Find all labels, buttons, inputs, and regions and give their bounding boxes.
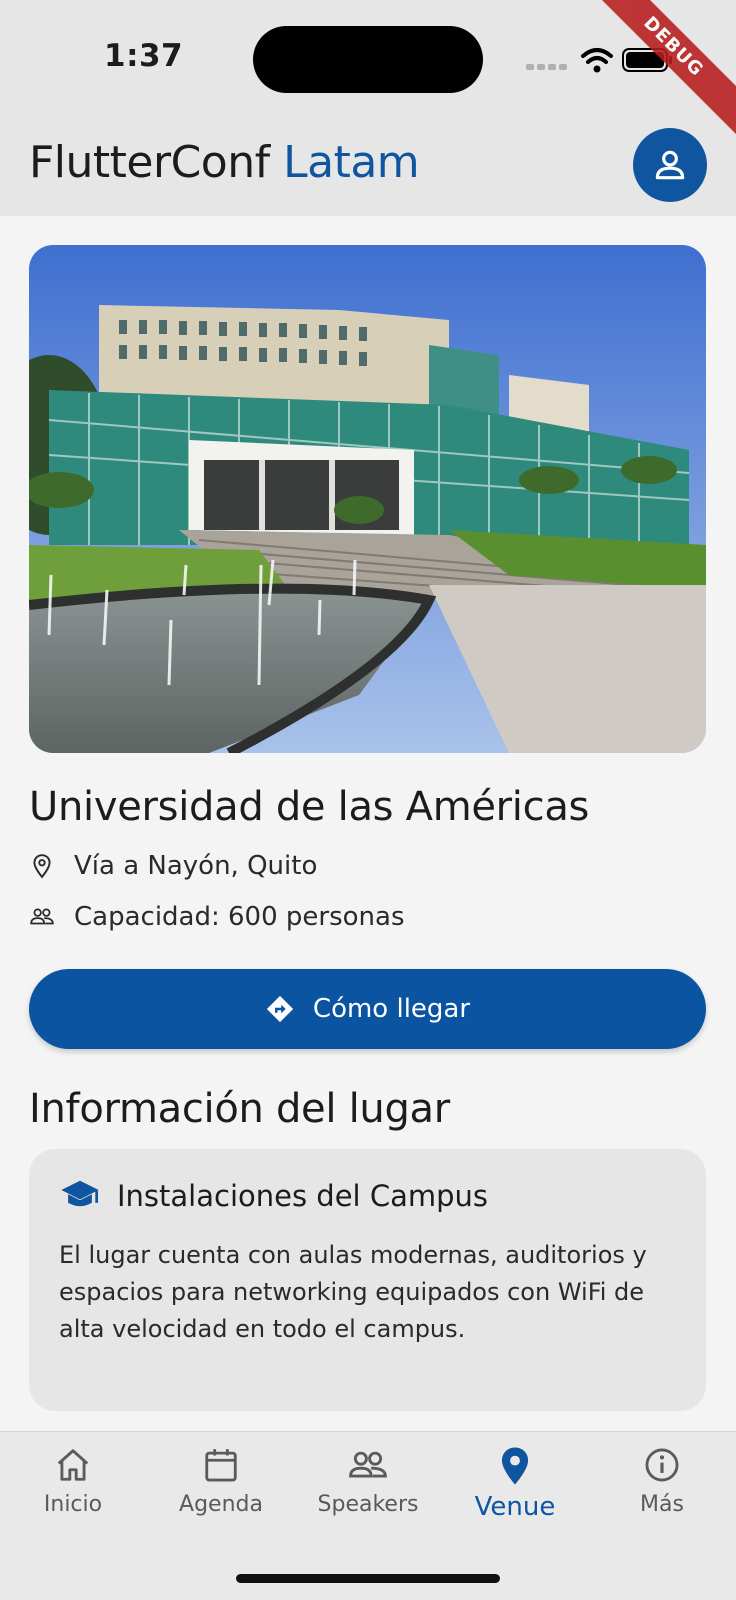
people-icon xyxy=(349,1451,387,1478)
directions-button[interactable]: Cómo llegar xyxy=(29,969,706,1049)
home-indicator xyxy=(236,1574,500,1583)
nav-item-speakers[interactable]: Speakers xyxy=(303,1446,433,1546)
nav-item-agenda[interactable]: Agenda xyxy=(156,1446,286,1546)
wifi-icon xyxy=(581,48,613,73)
nav-item-venue[interactable]: Venue xyxy=(450,1446,580,1546)
venue-address: Vía a Nayón, Quito xyxy=(74,851,318,881)
section-title: Información del lugar xyxy=(29,1086,450,1132)
profile-button[interactable] xyxy=(633,128,707,202)
nav-label: Más xyxy=(640,1492,684,1517)
capacity-row: Capacidad: 600 personas xyxy=(29,897,405,937)
nav-item-inicio[interactable]: Inicio xyxy=(8,1446,138,1546)
app-title-accent: Latam xyxy=(283,137,420,188)
nav-label: Speakers xyxy=(317,1492,419,1517)
app-bar: 1:37 DEBUG FlutterConf Latam xyxy=(0,0,736,216)
card-header: Instalaciones del Campus xyxy=(59,1179,488,1213)
address-row: Vía a Nayón, Quito xyxy=(29,846,317,886)
home-icon xyxy=(57,1449,89,1481)
info-icon xyxy=(645,1448,679,1482)
nav-label: Inicio xyxy=(43,1492,103,1517)
calendar-icon xyxy=(205,1449,237,1482)
location-pin-icon xyxy=(501,1447,529,1485)
card-title: Instalaciones del Campus xyxy=(117,1179,488,1213)
cellular-signal-icon xyxy=(526,64,567,70)
directions-icon xyxy=(266,995,294,1023)
nav-label: Venue xyxy=(474,1492,556,1522)
location-pin-outline-icon xyxy=(33,854,51,879)
person-icon xyxy=(655,150,685,180)
app-title-main: FlutterConf xyxy=(29,137,270,188)
campus-info-card: Instalaciones del Campus El lugar cuenta… xyxy=(29,1149,706,1411)
venue-name: Universidad de las Américas xyxy=(29,784,590,830)
status-time: 1:37 xyxy=(104,38,184,74)
directions-button-label: Cómo llegar xyxy=(312,994,471,1024)
group-icon xyxy=(30,908,54,925)
graduation-cap-icon xyxy=(61,1180,99,1207)
venue-photo xyxy=(29,245,706,753)
venue-capacity: Capacidad: 600 personas xyxy=(74,902,405,932)
card-body: El lugar cuenta con aulas modernas, audi… xyxy=(59,1241,647,1343)
dynamic-island xyxy=(253,26,483,93)
app-title: FlutterConf Latam xyxy=(29,137,420,188)
nav-item-mas[interactable]: Más xyxy=(597,1446,727,1546)
nav-label: Agenda xyxy=(179,1492,263,1517)
